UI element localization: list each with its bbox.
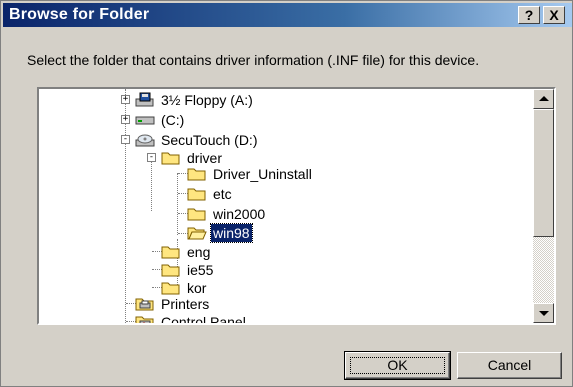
instruction-text: Select the folder that contains driver i… — [27, 52, 480, 68]
tree-line — [177, 173, 178, 235]
folder-tree[interactable]: + + - - 3½ Floppy (A:) (C:) SecuTouch (D… — [37, 87, 556, 325]
tree-item-label: (C:) — [161, 112, 185, 128]
printers-icon — [135, 298, 154, 311]
folder-icon — [187, 168, 206, 181]
scroll-down-button[interactable] — [533, 303, 554, 323]
ok-button[interactable]: OK — [344, 351, 451, 380]
tree-item-label: Control Panel — [161, 314, 246, 325]
tree-item-label: Printers — [161, 296, 210, 312]
folder-icon — [161, 264, 180, 277]
expand-toggle[interactable]: + — [121, 115, 130, 124]
tree-item-label: SecuTouch (D:) — [161, 132, 258, 148]
tree-item-label: ie55 — [187, 262, 214, 278]
scrollbar-thumb[interactable] — [533, 109, 554, 237]
scroll-up-button[interactable] — [533, 89, 554, 109]
collapse-toggle[interactable]: - — [121, 135, 130, 144]
focus-ring — [350, 357, 445, 374]
arrow-up-icon — [539, 96, 549, 101]
folder-icon — [187, 208, 206, 221]
vertical-scrollbar[interactable] — [533, 89, 554, 323]
help-button[interactable]: ? — [518, 6, 540, 24]
tree-item-label: eng — [187, 244, 211, 260]
hard-drive-icon — [135, 116, 155, 125]
folder-icon — [187, 188, 206, 201]
tree-line — [125, 89, 126, 323]
expand-toggle[interactable]: + — [121, 95, 130, 104]
control-panel-icon — [135, 316, 154, 323]
folder-icon — [161, 282, 180, 295]
collapse-toggle[interactable]: - — [147, 153, 156, 162]
arrow-down-icon — [539, 311, 549, 316]
cancel-button[interactable]: Cancel — [457, 352, 562, 379]
cd-drive-icon — [135, 134, 155, 147]
window-title: Browse for Folder — [9, 6, 150, 23]
tree-line — [151, 155, 152, 211]
browse-for-folder-dialog: Browse for Folder ? X Select the folder … — [0, 0, 573, 387]
tree-item-label: etc — [213, 186, 232, 202]
close-button[interactable]: X — [543, 6, 565, 24]
title-bar[interactable]: Browse for Folder ? X — [3, 3, 572, 27]
tree-item-label: Driver_Uninstall — [213, 166, 312, 182]
tree-item-label: win2000 — [213, 206, 266, 222]
tree-item-label: 3½ Floppy (A:) — [161, 92, 253, 108]
floppy-drive-icon — [135, 92, 154, 107]
folder-icon — [161, 246, 180, 259]
folder-open-icon — [187, 227, 207, 240]
folder-open-icon — [161, 152, 180, 165]
tree-item-label: win98 — [210, 223, 253, 243]
